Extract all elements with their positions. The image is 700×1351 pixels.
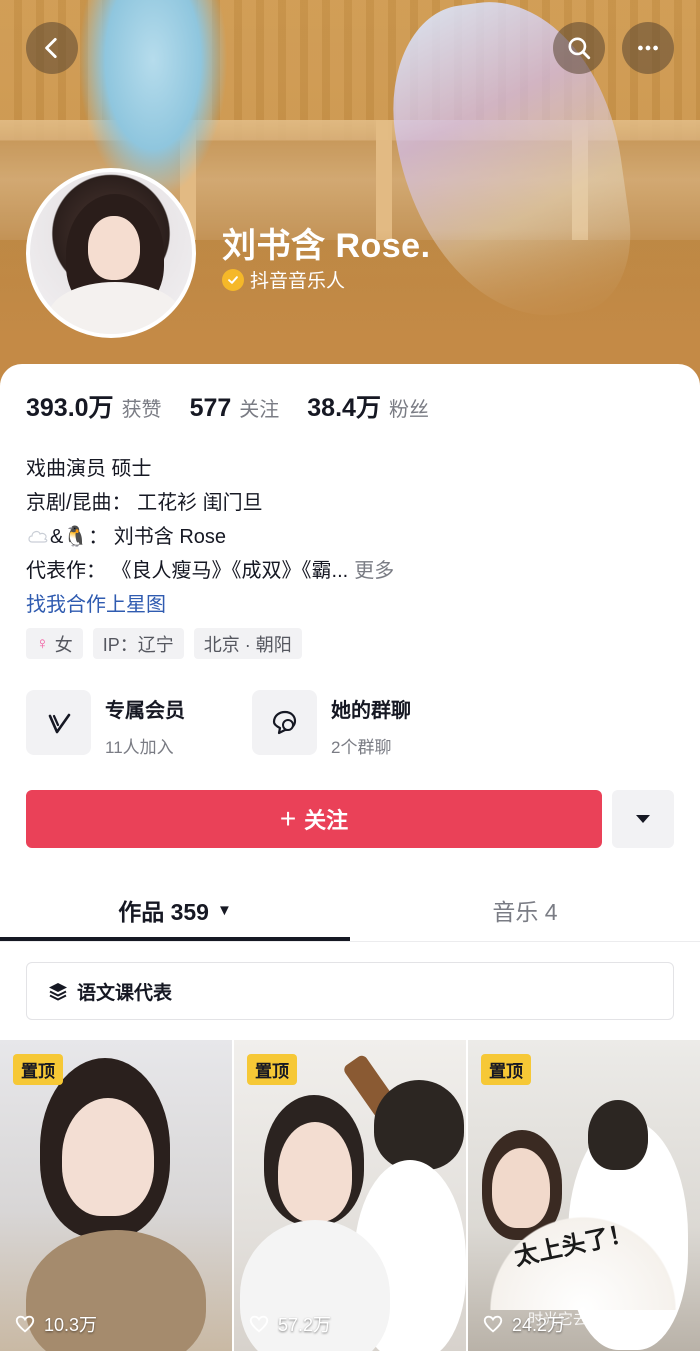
follow-dropdown-button[interactable] bbox=[612, 790, 674, 848]
cloud-icon bbox=[28, 530, 48, 543]
back-button[interactable] bbox=[26, 22, 78, 74]
bio-more-link[interactable]: 更多 bbox=[354, 560, 394, 582]
bio-line: 代表作： 《良人瘦马》《成双》《霸... 更多 bbox=[26, 554, 676, 588]
group-chat-icon bbox=[252, 690, 317, 755]
tab-music-label: 音乐 4 bbox=[492, 899, 558, 925]
follow-label: 关注 bbox=[304, 808, 349, 833]
search-icon bbox=[568, 37, 591, 60]
group-chat-title: 她的群聊 bbox=[331, 700, 411, 722]
v-member-icon bbox=[26, 690, 91, 755]
video-grid: 置顶 10.3万 置顶 57.2万 太上头了！ 时光它去不回 置顶 24.2万 bbox=[0, 1040, 700, 1351]
video-thumbnail[interactable]: 置顶 10.3万 bbox=[0, 1040, 232, 1351]
tab-works[interactable]: 作品 359 ▼ bbox=[0, 880, 350, 940]
location-tag[interactable]: 北京 · 朝阳 bbox=[193, 628, 302, 659]
video-likes: 24.2万 bbox=[482, 1311, 565, 1337]
stat-following[interactable]: 577 关注 bbox=[190, 393, 280, 423]
stat-likes[interactable]: 393.0万 获赞 bbox=[26, 388, 162, 424]
pinned-badge: 置顶 bbox=[481, 1054, 531, 1085]
collection-button[interactable]: 语文课代表 bbox=[26, 962, 674, 1020]
thumb-face bbox=[62, 1098, 154, 1216]
video-thumbnail[interactable]: 太上头了！ 时光它去不回 置顶 24.2万 bbox=[468, 1040, 700, 1351]
verified-badge[interactable]: 抖音音乐人 bbox=[222, 266, 345, 293]
group-chat-entry[interactable]: 她的群聊 2个群聊 bbox=[252, 690, 478, 758]
stat-followers[interactable]: 38.4万 粉丝 bbox=[307, 388, 429, 424]
pinned-badge: 置顶 bbox=[247, 1054, 297, 1085]
cooperation-link[interactable]: 找我合作上星图 bbox=[26, 588, 676, 622]
search-button[interactable] bbox=[553, 22, 605, 74]
likes-count: 24.2万 bbox=[512, 1315, 566, 1335]
likes-count: 57.2万 bbox=[278, 1315, 332, 1335]
caret-down-icon: ▼ bbox=[216, 901, 232, 919]
video-likes: 10.3万 bbox=[14, 1311, 97, 1337]
back-arrow-icon bbox=[45, 37, 57, 59]
avatar-sweater bbox=[48, 282, 182, 334]
location-label: 北京 · 朝阳 bbox=[203, 634, 292, 655]
thumb-musician-head bbox=[374, 1080, 464, 1170]
thumb-face bbox=[278, 1122, 352, 1222]
avatar-face bbox=[88, 216, 140, 280]
profile-name: 刘书含 Rose. bbox=[222, 227, 431, 265]
bio-line-text: 代表作： 《良人瘦马》《成双》《霸... bbox=[26, 560, 349, 582]
profile-tags: ♀ 女 IP：辽宁 北京 · 朝阳 bbox=[26, 628, 302, 659]
bio-line: 京剧/昆曲： 工花衫 闺门旦 bbox=[26, 492, 263, 514]
layers-icon bbox=[49, 983, 67, 1001]
female-icon: ♀ bbox=[36, 633, 49, 653]
video-likes: 57.2万 bbox=[248, 1311, 331, 1337]
stat-label: 关注 bbox=[239, 399, 280, 421]
collection-label: 语文课代表 bbox=[77, 982, 173, 1004]
stat-value: 577 bbox=[189, 394, 232, 422]
ip-label: IP：辽宁 bbox=[102, 634, 174, 655]
pinned-badge: 置顶 bbox=[13, 1054, 63, 1085]
bio-line: 戏曲演员 硕士 bbox=[26, 458, 152, 480]
heart-icon bbox=[483, 1315, 503, 1333]
heart-icon bbox=[15, 1315, 35, 1333]
avatar[interactable] bbox=[26, 168, 196, 338]
stat-value: 38.4万 bbox=[307, 394, 381, 422]
follow-button[interactable]: + 关注 bbox=[26, 790, 602, 848]
verified-check-icon bbox=[222, 268, 244, 291]
more-button[interactable] bbox=[622, 22, 674, 74]
member-title: 专属会员 bbox=[105, 700, 185, 722]
tab-music[interactable]: 音乐 4 bbox=[350, 880, 700, 940]
verified-label: 抖音音乐人 bbox=[250, 271, 346, 292]
tab-indicator bbox=[0, 937, 350, 941]
triangle-down-icon bbox=[636, 815, 650, 823]
stat-value: 393.0万 bbox=[26, 394, 114, 422]
member-entry[interactable]: 专属会员 11人加入 bbox=[26, 690, 252, 758]
bio-line-text: &🐧： 刘书含 Rose bbox=[50, 526, 227, 548]
tab-works-label: 作品 359 bbox=[118, 899, 209, 925]
feature-entries: 专属会员 11人加入 她的群聊 2个群聊 bbox=[26, 690, 478, 758]
heart-icon bbox=[249, 1315, 269, 1333]
likes-count: 10.3万 bbox=[44, 1315, 98, 1335]
stat-label: 获赞 bbox=[121, 399, 162, 421]
content-tabs: 作品 359 ▼ 音乐 4 bbox=[0, 880, 700, 942]
gender-label: 女 bbox=[54, 634, 73, 655]
member-subtitle: 11人加入 bbox=[105, 738, 174, 757]
gender-tag: ♀ 女 bbox=[26, 628, 83, 659]
ip-tag: IP：辽宁 bbox=[92, 628, 184, 659]
thumb-musician-head bbox=[588, 1100, 648, 1170]
bio: 戏曲演员 硕士 京剧/昆曲： 工花衫 闺门旦 &🐧： 刘书含 Rose 代表作：… bbox=[26, 452, 676, 622]
video-thumbnail[interactable]: 置顶 57.2万 bbox=[234, 1040, 466, 1351]
stat-label: 粉丝 bbox=[388, 399, 429, 421]
group-chat-subtitle: 2个群聊 bbox=[331, 738, 392, 757]
more-horizontal-icon bbox=[638, 45, 658, 51]
plus-icon: + bbox=[279, 803, 297, 834]
stats-row: 393.0万 获赞 577 关注 38.4万 粉丝 bbox=[26, 388, 457, 424]
bio-line: &🐧： 刘书含 Rose bbox=[26, 520, 676, 554]
